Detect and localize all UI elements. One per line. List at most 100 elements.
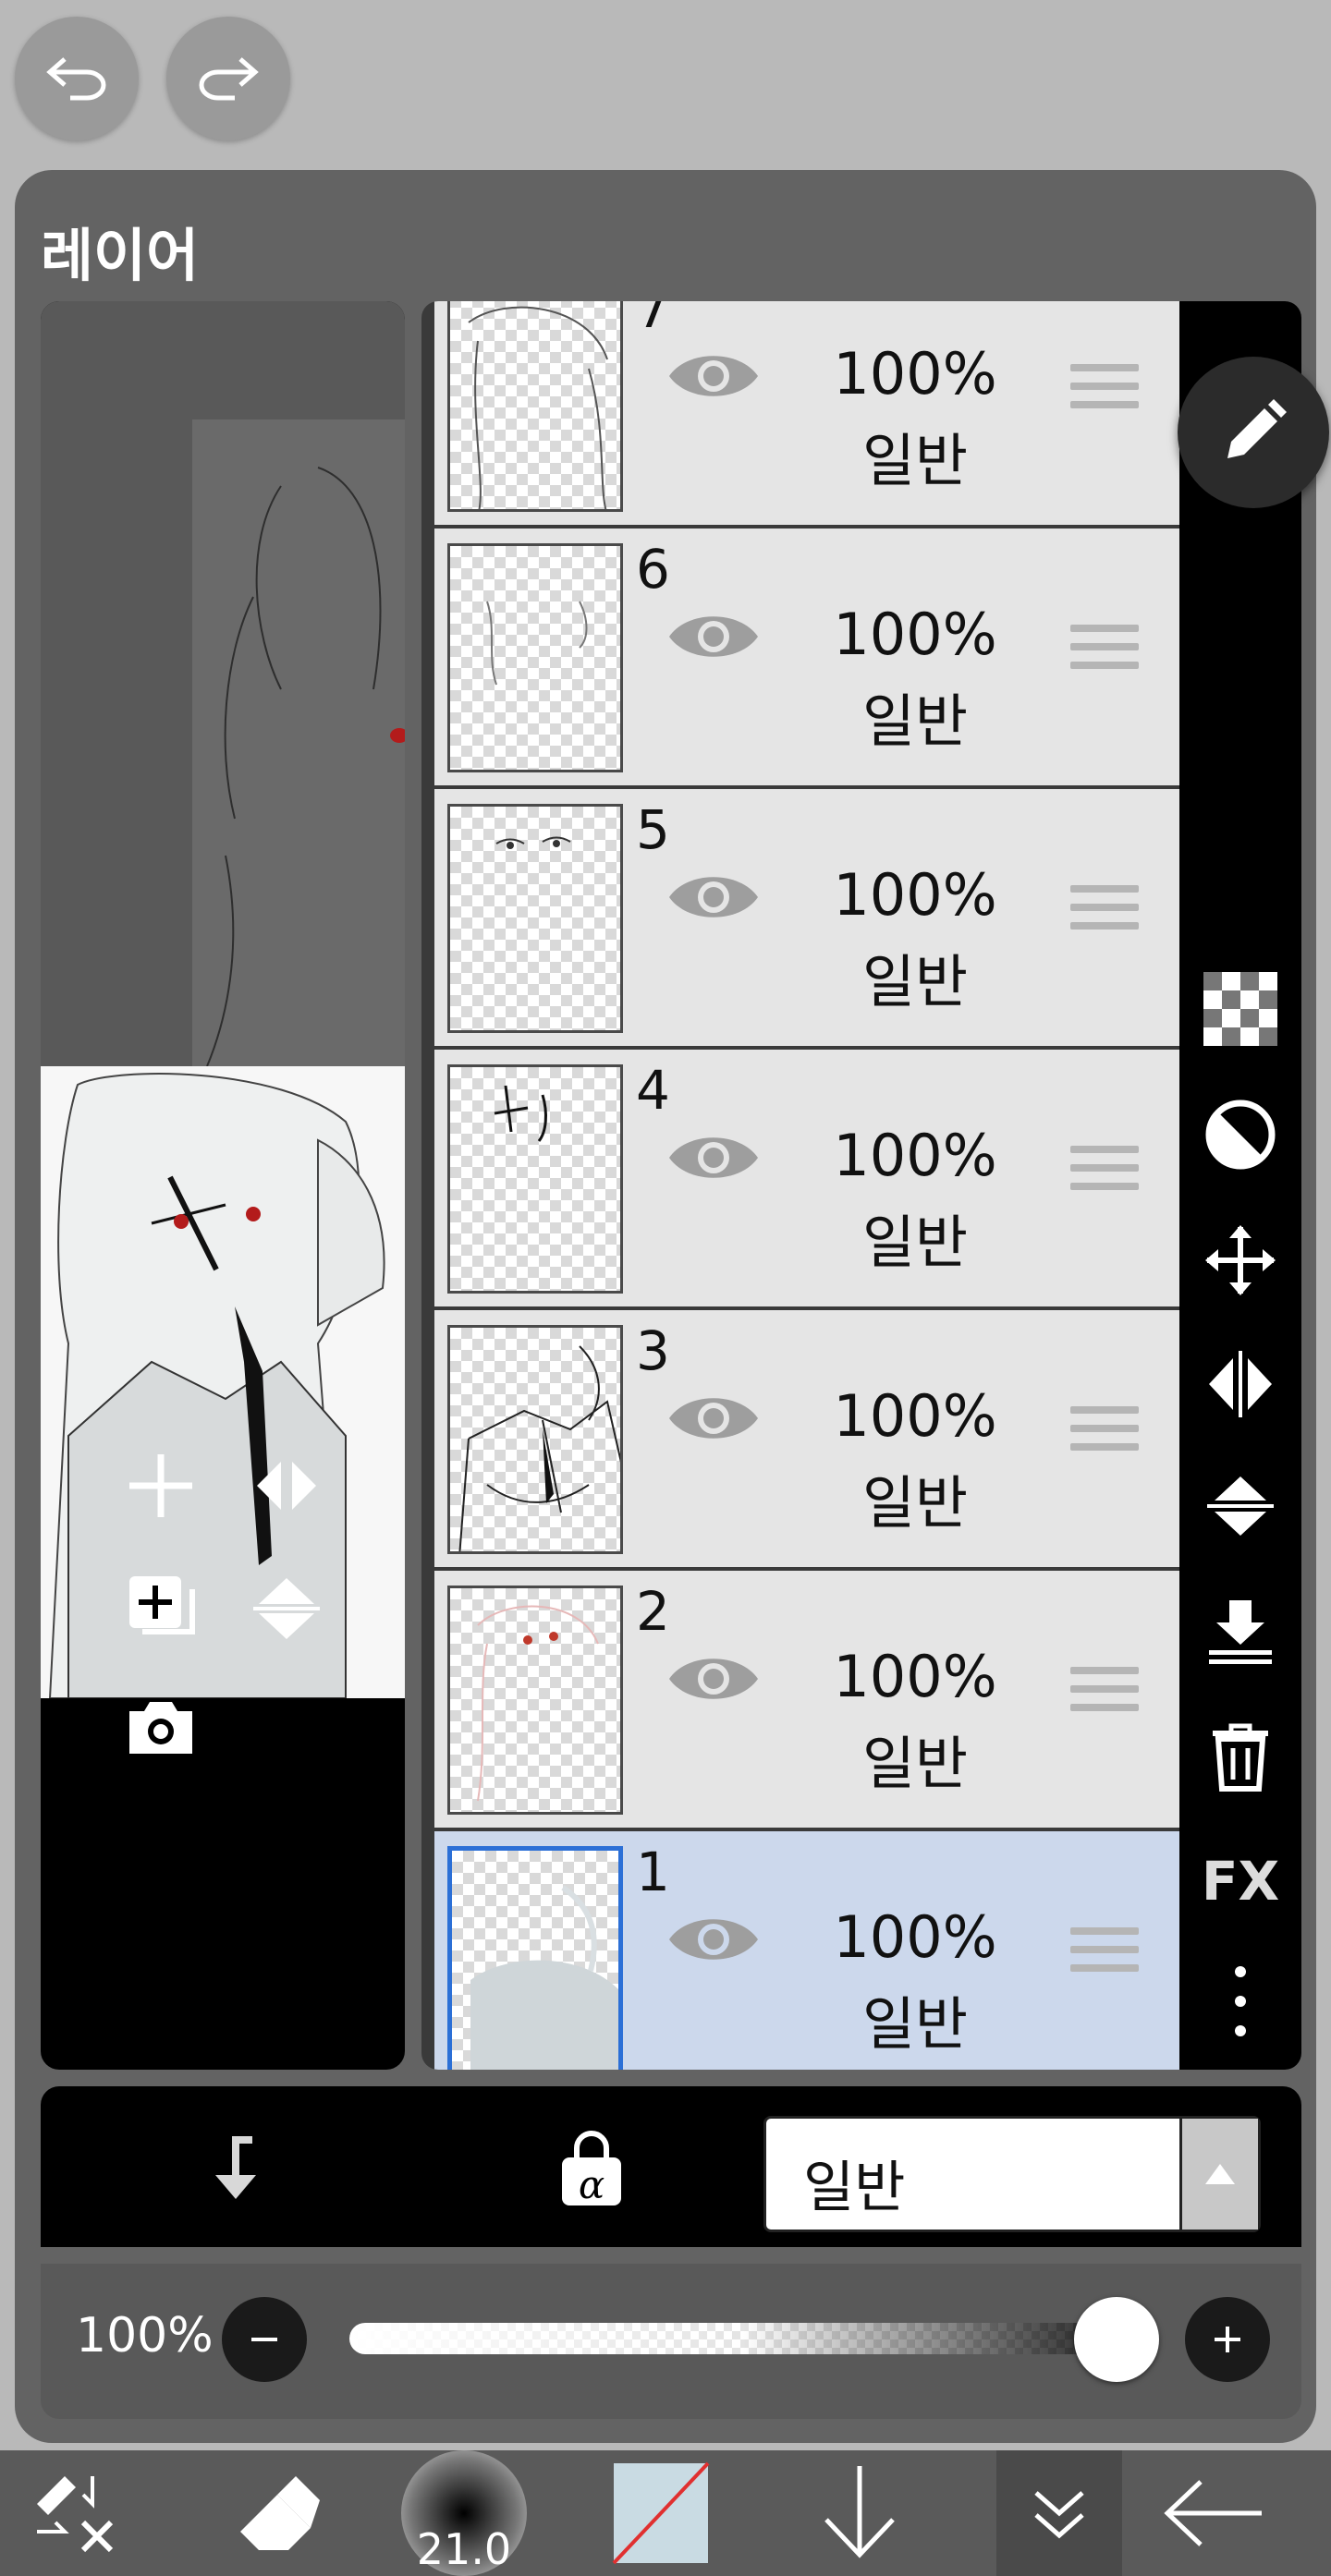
layer-thumbnail (447, 301, 623, 512)
opacity-increase-button[interactable] (1185, 2297, 1270, 2382)
layer-row-3[interactable]: 3 100% 일반 (434, 1310, 1179, 1567)
redo-button[interactable] (166, 17, 290, 140)
drag-handle-icon[interactable] (1070, 1667, 1139, 1728)
opacity-decrease-button[interactable] (222, 2297, 307, 2382)
layer-tools-bar: FX (1179, 301, 1301, 2070)
move-icon (1205, 1225, 1276, 1295)
more-options-button[interactable] (1198, 1959, 1283, 2044)
layer-number: 4 (636, 1059, 670, 1122)
transparency-button[interactable] (1198, 966, 1283, 1051)
drag-handle-icon[interactable] (1070, 625, 1139, 686)
blend-mode-select[interactable]: 일반 (763, 2116, 1261, 2232)
camera-button[interactable] (115, 1682, 207, 1774)
layer-row-6[interactable]: 6 100% 일반 (434, 529, 1179, 785)
brush-size-button[interactable]: 21.0 (397, 2450, 531, 2576)
panel-title: 레이어 (41, 222, 200, 289)
clipping-button[interactable] (1198, 1092, 1283, 1177)
bottom-toolbar: 21.0 (0, 2450, 1331, 2576)
canvas-preview (41, 301, 405, 2070)
layer-row-7[interactable]: 7 100% 일반 (434, 301, 1179, 525)
layer-opacity: 100% (833, 340, 997, 407)
layer-row-5[interactable]: 5 100% 일반 (434, 789, 1179, 1046)
layer-number: 3 (636, 1319, 670, 1382)
merge-down-icon (1209, 1600, 1272, 1664)
flip-horizontal-icon (257, 1462, 316, 1510)
layer-thumbnail (447, 1846, 623, 2070)
layer-panel: 레이어 7 100% 일반 6 100% 일반 5 100% 일반 4 100%… (15, 170, 1316, 2443)
opacity-slider-thumb[interactable] (1074, 2297, 1159, 2382)
flip-vertical-icon (1207, 1476, 1274, 1536)
canvas-thumbnail[interactable] (41, 1066, 405, 1698)
clip-arrow-icon (215, 2136, 256, 2199)
flip-horizontal-icon (1209, 1351, 1272, 1417)
eye-icon[interactable] (666, 1127, 762, 1188)
layer-thumbnail (447, 543, 623, 772)
layer-blend-mode: 일반 (861, 1469, 969, 1537)
eye-icon[interactable] (666, 1909, 762, 1970)
opacity-slider[interactable] (349, 2323, 1137, 2354)
flip-canvas-vertical-button[interactable] (240, 1561, 333, 1654)
layer-row-4[interactable]: 4 100% 일반 (434, 1050, 1179, 1306)
move-button[interactable] (1198, 1218, 1283, 1303)
duplicate-icon (129, 1576, 195, 1634)
layer-blend-mode: 일반 (861, 427, 969, 494)
selection-tool-button[interactable] (18, 2450, 129, 2576)
clip-button[interactable] (185, 2123, 277, 2216)
opacity-label: 100% (76, 2308, 214, 2363)
opacity-bar: 100% (41, 2264, 1301, 2419)
layer-blend-mode: 일반 (861, 1990, 969, 2058)
arrow-down-icon (824, 2466, 895, 2558)
layer-action-bar: α 일반 (41, 2086, 1301, 2247)
double-chevron-down-icon (1034, 2491, 1084, 2539)
undo-button[interactable] (15, 17, 139, 140)
blend-mode-value: 일반 (803, 2156, 906, 2220)
back-button[interactable] (1137, 2450, 1294, 2576)
layer-row-2[interactable]: 2 100% 일반 (434, 1571, 1179, 1828)
drag-handle-icon[interactable] (1070, 1146, 1139, 1207)
layer-list[interactable]: 7 100% 일반 6 100% 일반 5 100% 일반 4 100% 일반 … (421, 301, 1179, 2070)
layer-opacity: 100% (833, 1643, 997, 1710)
alpha-lock-icon: α (562, 2131, 621, 2207)
fx-button[interactable]: FX (1198, 1839, 1283, 1924)
flip-layer-horizontal-button[interactable] (1198, 1342, 1283, 1427)
layer-row-1[interactable]: 1 100% 일반 (434, 1831, 1179, 2070)
sketch-lines (206, 467, 405, 1066)
color-button[interactable] (610, 2450, 712, 2576)
contrast-icon (1205, 1100, 1276, 1170)
flip-canvas-horizontal-button[interactable] (240, 1440, 333, 1532)
layer-number: 5 (636, 798, 670, 861)
drag-handle-icon[interactable] (1070, 1406, 1139, 1467)
eye-icon[interactable] (666, 346, 762, 407)
layer-blend-mode: 일반 (861, 687, 969, 755)
checker-icon (1203, 972, 1277, 1046)
eye-icon[interactable] (666, 1388, 762, 1449)
drag-handle-icon[interactable] (1070, 1927, 1139, 1988)
eye-icon[interactable] (666, 606, 762, 667)
layer-blend-mode: 일반 (861, 948, 969, 1015)
edit-pen-button[interactable] (1178, 357, 1329, 508)
eye-icon[interactable] (666, 1648, 762, 1709)
undo-icon (46, 57, 106, 101)
layer-thumbnail (447, 1064, 623, 1294)
delete-layer-button[interactable] (1198, 1713, 1283, 1798)
drag-handle-icon[interactable] (1070, 885, 1139, 946)
layer-number: 6 (636, 538, 670, 601)
merge-down-button[interactable] (1198, 1589, 1283, 1674)
eye-icon[interactable] (666, 867, 762, 928)
flip-layer-vertical-button[interactable] (1198, 1464, 1283, 1549)
layer-opacity: 100% (833, 601, 997, 668)
add-layer-button[interactable] (115, 1440, 207, 1532)
layer-thumbnail (447, 1325, 623, 1554)
dropdown-arrow-icon[interactable] (1179, 2119, 1258, 2230)
fx-icon: FX (1201, 1850, 1280, 1913)
alpha-lock-button[interactable]: α (545, 2123, 638, 2216)
duplicate-layer-button[interactable] (115, 1561, 207, 1654)
eraser-button[interactable] (213, 2450, 333, 2576)
redo-icon (199, 57, 259, 101)
plus-icon (129, 1454, 192, 1517)
brush-preview: 21.0 (401, 2450, 527, 2576)
layer-thumbnail (447, 804, 623, 1033)
layer-down-button[interactable] (804, 2450, 915, 2576)
drag-handle-icon[interactable] (1070, 364, 1139, 425)
layer-panel-toggle-button[interactable] (996, 2450, 1122, 2576)
